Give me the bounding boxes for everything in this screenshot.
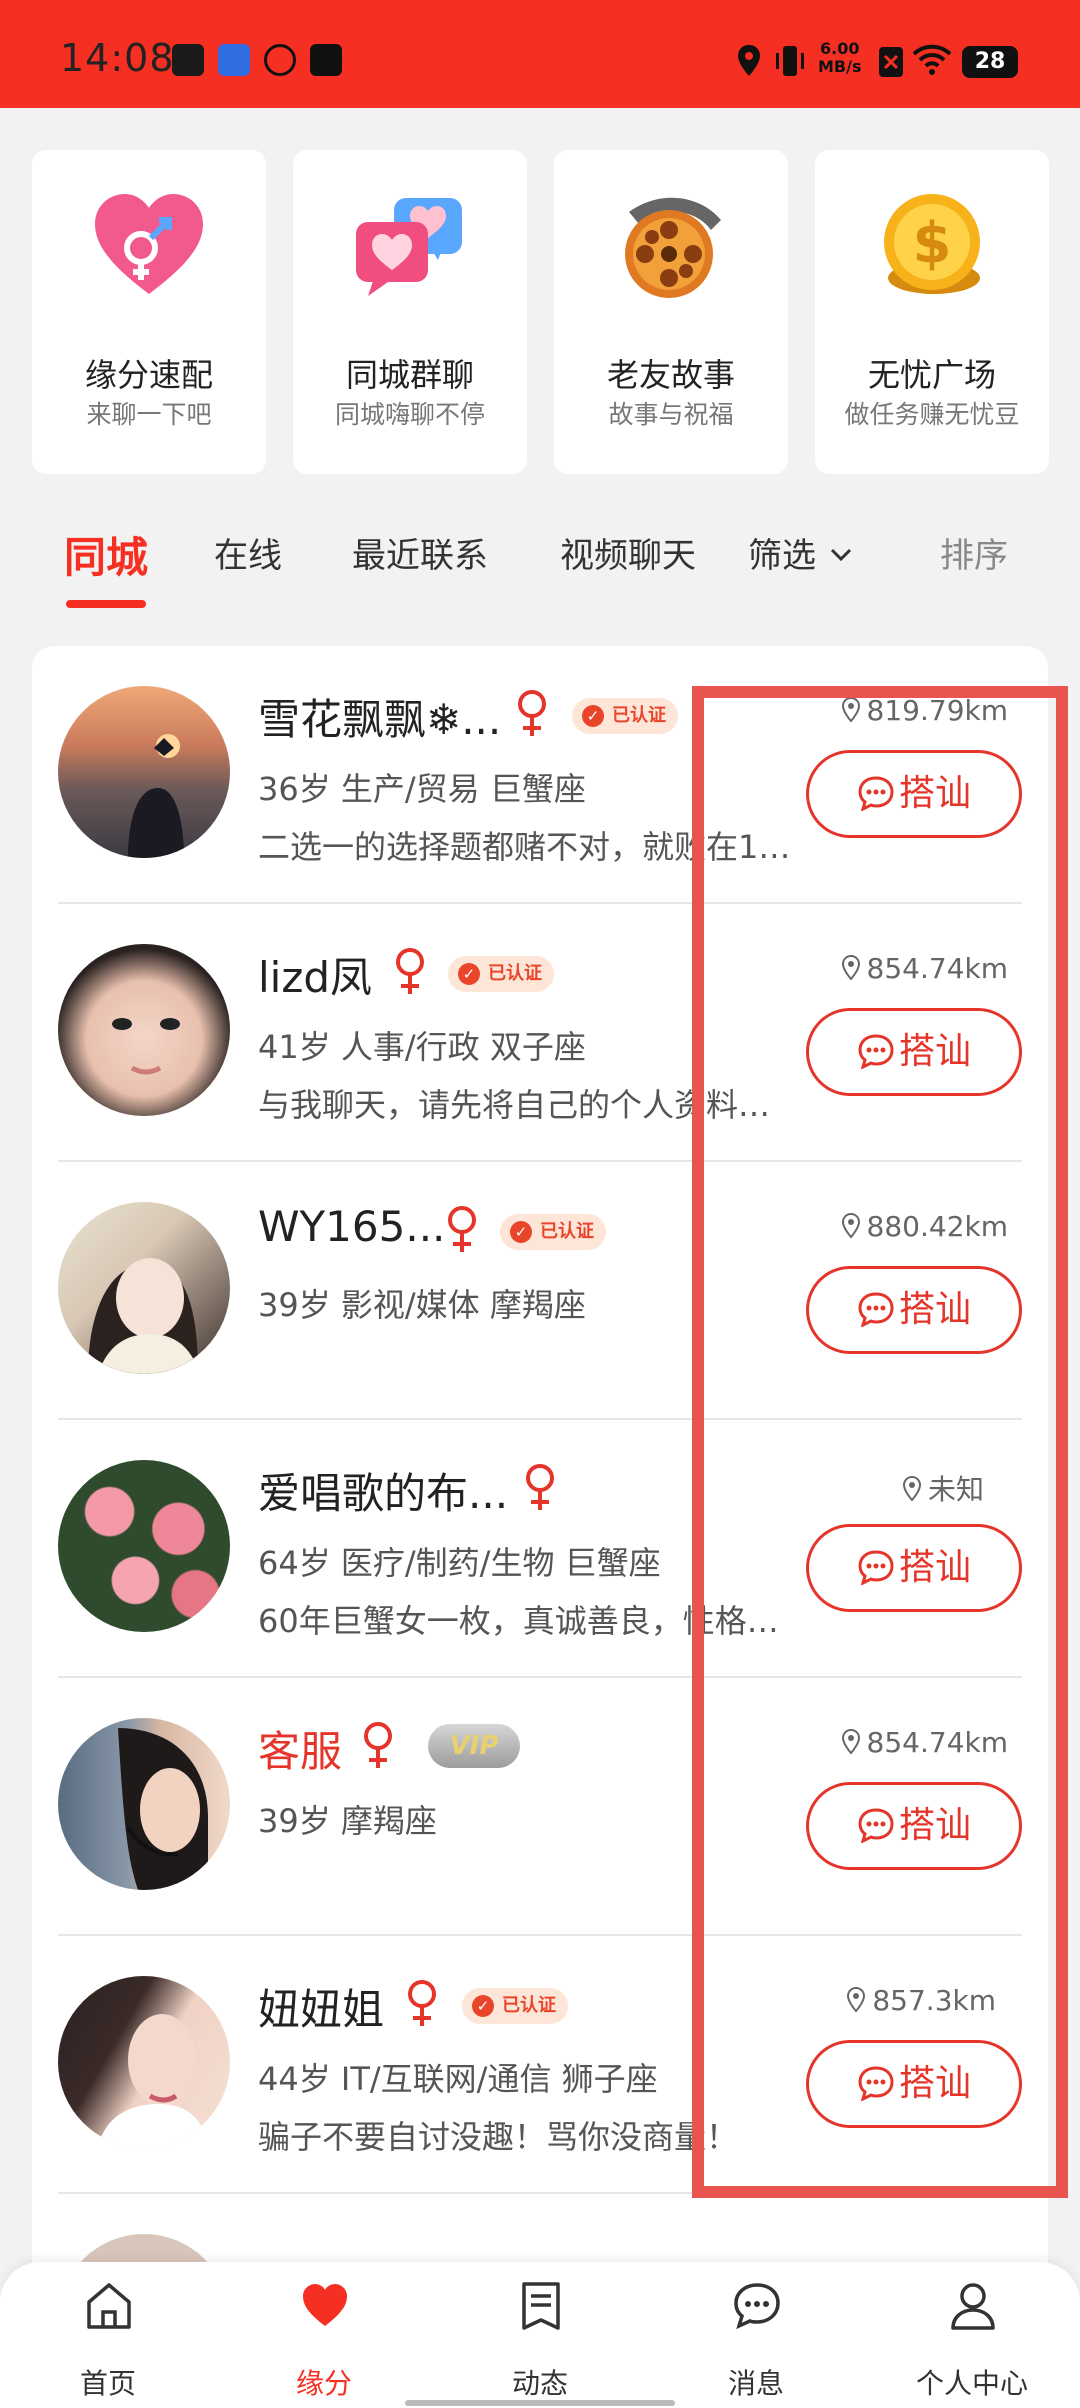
feature-title: 老友故事 [606,356,735,394]
verified-badge: ✓ 已认证 [462,1988,568,2024]
feature-card-group-chat[interactable]: 同城群聊 同城嗨聊不停 [293,150,527,474]
tab-recent[interactable]: 最近联系 [352,528,488,577]
avatar[interactable] [58,1976,230,2148]
feature-card-stories[interactable]: 老友故事 故事与祝福 [554,150,788,474]
filter-label: 筛选 [748,536,816,576]
user-name: 爱唱歌的布... [258,1469,509,1518]
person-icon [951,2283,995,2330]
feature-title: 缘分速配 [84,356,213,394]
check-icon: ✓ [510,1221,532,1243]
chat-bubbles-icon [356,198,462,296]
feature-card-plaza[interactable]: $ 无忧广场 做任务赚无忧豆 [815,150,1049,474]
check-icon: ✓ [582,705,604,727]
female-icon [396,948,424,994]
chevron-down-icon [830,548,851,562]
user-info: 36岁 生产/贸易 巨蟹座 [258,770,586,808]
user-info: 41岁 人事/行政 双子座 [258,1028,586,1066]
tiktok-icon [172,44,204,76]
feature-subtitle: 同城嗨聊不停 [334,400,485,429]
bottom-nav: 首页 缘分 动态 消息 个人中心 [0,2262,1080,2408]
feature-subtitle: 做任务赚无忧豆 [844,400,1020,429]
user-info: 64岁 医疗/制药/生物 巨蟹座 [258,1544,661,1582]
verified-badge: ✓ 已认证 [448,956,554,992]
check-icon: ✓ [458,963,480,985]
tab-active-indicator [66,600,146,608]
avatar[interactable] [58,1718,230,1890]
nav-match[interactable]: 缘分 [216,2262,432,2408]
nav-home[interactable]: 首页 [0,2262,216,2408]
nav-label: 缘分 [295,2367,352,2400]
avatar[interactable] [58,944,230,1116]
verified-label: 已认证 [502,1995,556,2016]
feature-title: 无忧广场 [867,356,996,394]
film-reel-icon [625,197,721,298]
nav-label: 个人中心 [915,2367,1028,2400]
female-icon [526,1464,554,1510]
user-info: 39岁 摩羯座 [258,1802,437,1840]
battery-indicator: 28 [962,46,1018,78]
female-icon [448,1206,476,1252]
tab-local[interactable]: 同城 [64,524,148,585]
wifi-icon [912,44,952,75]
feature-subtitle: 故事与祝福 [608,400,734,429]
nav-feed[interactable]: 动态 [432,2262,648,2408]
home-icon [87,2283,131,2329]
status-time: 14:08 [60,36,175,80]
female-icon [408,1980,436,2026]
verified-label: 已认证 [488,963,542,984]
tab-online[interactable]: 在线 [214,528,282,577]
filter-dropdown[interactable]: 筛选 [748,528,853,577]
nav-label: 动态 [511,2367,568,2400]
verified-label: 已认证 [612,705,666,726]
vip-badge: VIP [428,1724,520,1768]
verified-label: 已认证 [540,1221,594,1242]
home-indicator [405,2400,675,2406]
speed-value: 6.00 [820,39,860,58]
user-name: WY165... [258,1202,446,1251]
link-icon [264,44,296,76]
user-info: 39岁 影视/媒体 摩羯座 [258,1286,586,1324]
feature-subtitle: 来聊一下吧 [86,400,212,429]
heart-gender-icon [95,194,203,294]
female-icon [518,690,546,736]
verified-badge: ✓ 已认证 [572,698,678,734]
bag-icon [310,44,342,76]
message-icon [734,2283,780,2330]
avatar[interactable] [58,686,230,858]
nav-label: 消息 [727,2367,784,2400]
location-icon [738,45,760,76]
speed-unit: MB/s [818,57,862,76]
heart-icon [303,2284,347,2326]
female-icon [364,1722,392,1768]
nav-profile[interactable]: 个人中心 [864,2262,1080,2408]
svg-text:$: $ [913,211,952,276]
nav-label: 首页 [79,2367,136,2400]
status-bar: 14:08 6.00 MB/s 28 [0,0,1080,108]
avatar[interactable] [58,1202,230,1374]
verified-badge: ✓ 已认证 [500,1214,606,1250]
nav-messages[interactable]: 消息 [648,2262,864,2408]
user-info: 44岁 IT/互联网/通信 狮子座 [258,2060,658,2098]
feature-card-match[interactable]: 缘分速配 来聊一下吧 [32,150,266,474]
user-name: 妞妞姐 [258,1985,385,2034]
tab-video-chat[interactable]: 视频聊天 [560,528,696,577]
feature-title: 同城群聊 [345,356,474,394]
user-name: 雪花飘飘❄... [258,695,502,744]
vibrate-icon [776,46,804,76]
highlight-overlay [692,686,1068,2198]
network-speed: 6.00 MB/s [818,40,861,76]
sort-button[interactable]: 排序 [940,528,1008,577]
user-name: lizd凤 [258,953,373,1002]
app-icon [218,44,250,76]
check-icon: ✓ [472,1995,494,2017]
document-icon [522,2282,560,2330]
sim-off-icon [879,47,903,77]
gold-coin-icon: $ [884,194,980,294]
user-name: 客服 [258,1727,343,1776]
avatar[interactable] [58,1460,230,1632]
